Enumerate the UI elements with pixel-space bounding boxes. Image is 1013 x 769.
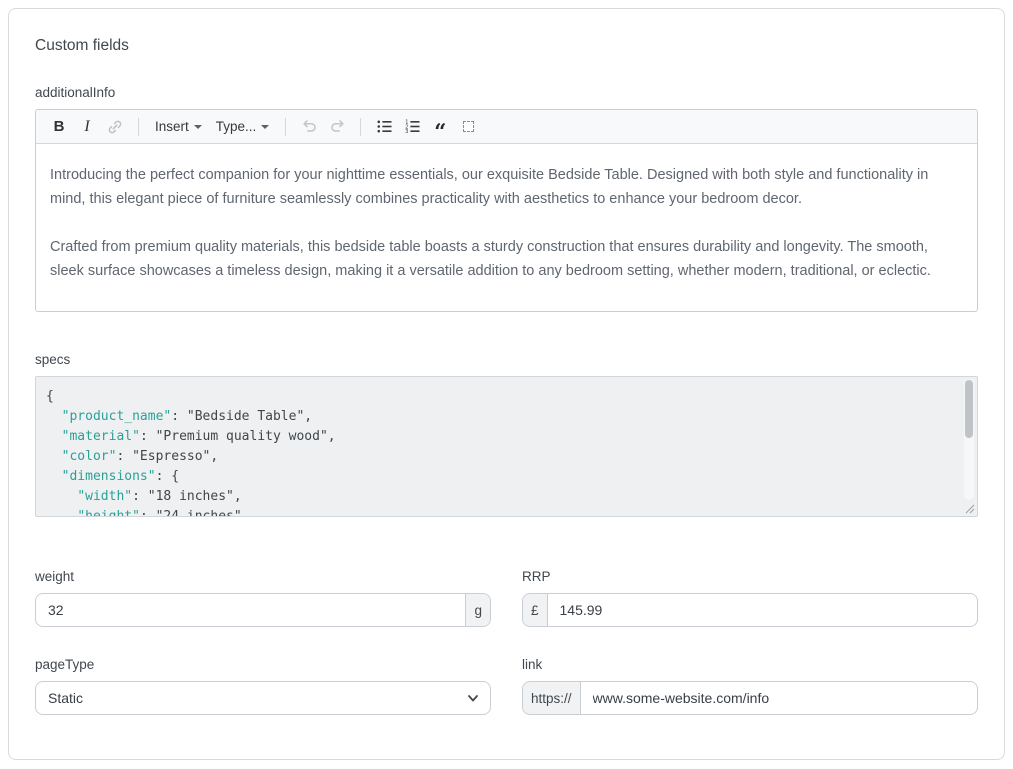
- scrollbar-track[interactable]: [964, 379, 974, 500]
- toolbar-divider: [138, 118, 139, 136]
- rte-toolbar: B I Insert Type...: [36, 110, 977, 144]
- code-line: "color": "Espresso",: [46, 447, 951, 467]
- code-line: {: [46, 387, 951, 407]
- chevron-down-icon: [261, 125, 269, 129]
- page-title: Custom fields: [35, 37, 978, 55]
- rrp-label: RRP: [522, 569, 978, 584]
- link-icon: [107, 119, 123, 135]
- specs-code-editor[interactable]: { "product_name": "Bedside Table", "mate…: [35, 376, 978, 517]
- type-dropdown[interactable]: Type...: [210, 114, 276, 140]
- protocol-prefix: https://: [523, 682, 581, 714]
- svg-text:3: 3: [405, 129, 408, 135]
- redo-button[interactable]: [324, 114, 350, 140]
- specs-label: specs: [35, 352, 978, 367]
- code-line: "material": "Premium quality wood",: [46, 427, 951, 447]
- weight-label: weight: [35, 569, 491, 584]
- toolbar-divider: [360, 118, 361, 136]
- scrollbar-thumb[interactable]: [965, 380, 973, 438]
- rrp-input[interactable]: [548, 594, 977, 626]
- embed-block-button[interactable]: [455, 114, 481, 140]
- bold-button[interactable]: B: [46, 114, 72, 140]
- rich-text-editor: B I Insert Type...: [35, 109, 978, 312]
- currency-prefix: £: [523, 594, 548, 626]
- italic-button[interactable]: I: [74, 114, 100, 140]
- embed-block-icon: [463, 121, 474, 132]
- insert-dropdown-label: Insert: [155, 119, 189, 134]
- page-type-select[interactable]: Static: [35, 681, 491, 715]
- blockquote-icon: “: [434, 117, 446, 137]
- numbered-list-icon: 1 2 3: [404, 118, 421, 135]
- undo-icon: [301, 118, 318, 135]
- additional-info-label: additionalInfo: [35, 85, 978, 100]
- type-dropdown-label: Type...: [216, 119, 257, 134]
- editor-paragraph: Crafted from premium quality materials, …: [50, 235, 963, 283]
- specs-code: { "product_name": "Bedside Table", "mate…: [46, 387, 951, 517]
- redo-icon: [329, 118, 346, 135]
- resize-handle-icon[interactable]: [963, 502, 975, 514]
- code-line: "dimensions": {: [46, 467, 951, 487]
- page-type-label: pageType: [35, 657, 491, 672]
- numbered-list-button[interactable]: 1 2 3: [399, 114, 425, 140]
- weight-input[interactable]: [36, 594, 465, 626]
- link-label: link: [522, 657, 978, 672]
- undo-button[interactable]: [296, 114, 322, 140]
- link-button[interactable]: [102, 114, 128, 140]
- blockquote-button[interactable]: “: [427, 114, 453, 140]
- code-line: "width": "18 inches",: [46, 487, 951, 507]
- chevron-down-icon: [194, 125, 202, 129]
- code-line: "product_name": "Bedside Table",: [46, 407, 951, 427]
- bullet-list-button[interactable]: [371, 114, 397, 140]
- insert-dropdown[interactable]: Insert: [149, 114, 208, 140]
- editor-content[interactable]: Introducing the perfect companion for yo…: [36, 144, 977, 311]
- bullet-list-icon: [376, 118, 393, 135]
- rrp-field-group: RRP £: [522, 569, 978, 627]
- toolbar-divider: [285, 118, 286, 136]
- weight-unit-suffix: g: [465, 594, 490, 626]
- weight-field-group: weight g: [35, 569, 491, 627]
- page-type-field-group: pageType Static: [35, 657, 491, 715]
- custom-fields-card: Custom fields additionalInfo B I Insert: [8, 8, 1005, 760]
- code-line: "height": "24 inches": [46, 507, 951, 517]
- link-input[interactable]: [581, 682, 977, 714]
- link-field-group: link https://: [522, 657, 978, 715]
- editor-paragraph: Introducing the perfect companion for yo…: [50, 163, 963, 211]
